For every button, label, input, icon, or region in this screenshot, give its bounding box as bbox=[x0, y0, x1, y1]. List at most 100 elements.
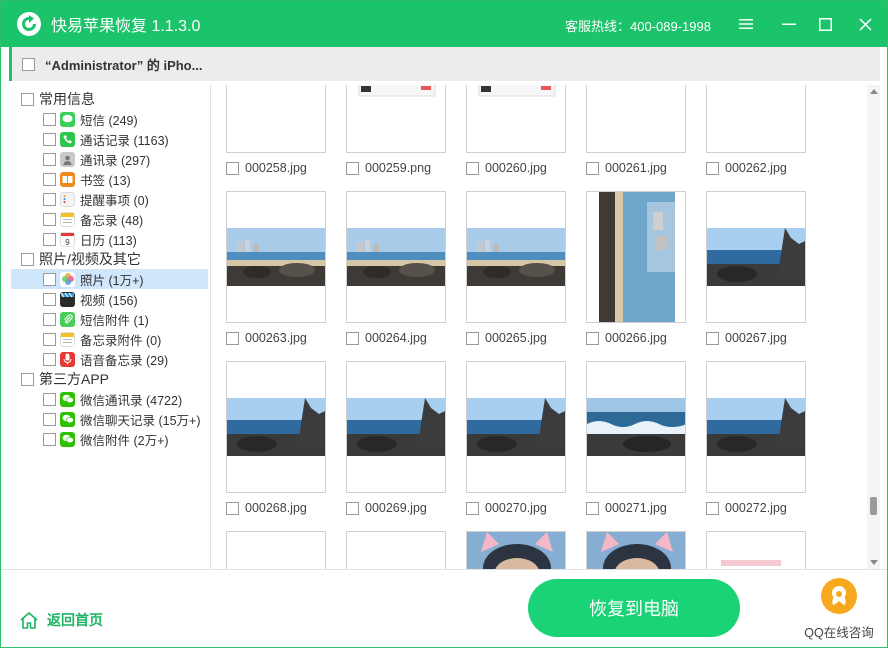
recover-to-pc-button[interactable]: 恢复到电脑 bbox=[528, 579, 740, 637]
sidebar-item-wechat-contacts[interactable]: 微信通讯录 (4722) bbox=[1, 389, 210, 409]
photo-checkbox[interactable] bbox=[586, 331, 599, 345]
photo-tile[interactable] bbox=[332, 531, 452, 569]
photo-thumbnail[interactable] bbox=[226, 191, 326, 323]
photo-checkbox[interactable] bbox=[706, 331, 719, 345]
photo-checkbox[interactable] bbox=[226, 501, 239, 515]
category-checkbox[interactable] bbox=[21, 372, 34, 386]
item-checkbox[interactable] bbox=[43, 272, 56, 286]
photo-tile[interactable]: 000266.jpg bbox=[572, 191, 692, 345]
sidebar-item-call-log[interactable]: 通话记录 (1163) bbox=[1, 129, 210, 149]
photo-thumbnail[interactable] bbox=[346, 361, 446, 493]
item-checkbox[interactable] bbox=[43, 332, 56, 346]
photo-tile[interactable] bbox=[572, 531, 692, 569]
maximize-icon[interactable] bbox=[814, 13, 836, 35]
photo-tile[interactable]: 000269.jpg bbox=[332, 361, 452, 515]
photo-thumbnail[interactable] bbox=[706, 531, 806, 569]
photo-thumbnail[interactable] bbox=[706, 191, 806, 323]
minimize-icon[interactable] bbox=[778, 13, 800, 35]
photo-tile[interactable]: 000261.jpg bbox=[572, 85, 692, 175]
photo-checkbox[interactable] bbox=[466, 331, 479, 345]
item-checkbox[interactable] bbox=[43, 352, 56, 366]
photo-tile[interactable]: 000264.jpg bbox=[332, 191, 452, 345]
item-checkbox[interactable] bbox=[43, 412, 56, 426]
photo-thumbnail[interactable] bbox=[226, 531, 326, 569]
photo-tile[interactable] bbox=[452, 531, 572, 569]
item-checkbox[interactable] bbox=[43, 312, 56, 326]
sidebar-item-bookmarks[interactable]: 书签 (13) bbox=[1, 169, 210, 189]
scroll-up-icon[interactable] bbox=[870, 89, 878, 94]
photo-tile[interactable] bbox=[212, 531, 332, 569]
sidebar-item-sms-attachments[interactable]: 短信附件 (1) bbox=[1, 309, 210, 329]
photo-checkbox[interactable] bbox=[706, 501, 719, 515]
item-checkbox[interactable] bbox=[43, 152, 56, 166]
grid-scrollbar[interactable] bbox=[867, 85, 880, 569]
sidebar-item-wechat-attachments[interactable]: 微信附件 (2万+) bbox=[1, 429, 210, 449]
photo-tile[interactable]: 000271.jpg bbox=[572, 361, 692, 515]
photo-thumbnail[interactable] bbox=[346, 85, 446, 153]
item-checkbox[interactable] bbox=[43, 212, 56, 226]
photo-checkbox[interactable] bbox=[586, 161, 599, 175]
qq-consult-button[interactable]: QQ在线咨询 bbox=[797, 578, 881, 641]
photo-checkbox[interactable] bbox=[346, 501, 359, 515]
photo-checkbox[interactable] bbox=[346, 161, 359, 175]
sidebar-item-contacts[interactable]: 通讯录 (297) bbox=[1, 149, 210, 169]
photo-thumbnail[interactable] bbox=[466, 191, 566, 323]
photo-tile[interactable]: 000259.png bbox=[332, 85, 452, 175]
photo-tile[interactable]: 000265.jpg bbox=[452, 191, 572, 345]
photo-thumbnail[interactable] bbox=[346, 531, 446, 569]
photo-checkbox[interactable] bbox=[466, 161, 479, 175]
sidebar-item-voice-memos[interactable]: 语音备忘录 (29) bbox=[1, 349, 210, 369]
item-checkbox[interactable] bbox=[43, 232, 56, 246]
item-checkbox[interactable] bbox=[43, 432, 56, 446]
device-checkbox[interactable] bbox=[22, 57, 35, 71]
photo-thumbnail[interactable] bbox=[346, 191, 446, 323]
sidebar-item-messages[interactable]: 短信 (249) bbox=[1, 109, 210, 129]
photo-thumbnail[interactable] bbox=[706, 85, 806, 153]
item-checkbox[interactable] bbox=[43, 192, 56, 206]
photo-tile[interactable]: 000263.jpg bbox=[212, 191, 332, 345]
photo-tile[interactable]: 000258.jpg bbox=[212, 85, 332, 175]
photo-tile[interactable]: 000267.jpg bbox=[692, 191, 812, 345]
category-checkbox[interactable] bbox=[21, 252, 34, 266]
photo-checkbox[interactable] bbox=[466, 501, 479, 515]
category-third-party[interactable]: 第三方APP bbox=[1, 369, 210, 389]
item-checkbox[interactable] bbox=[43, 132, 56, 146]
photo-thumbnail[interactable] bbox=[586, 191, 686, 323]
photo-tile[interactable] bbox=[692, 531, 812, 569]
photo-checkbox[interactable] bbox=[706, 161, 719, 175]
photo-thumbnail[interactable] bbox=[466, 531, 566, 569]
item-checkbox[interactable] bbox=[43, 112, 56, 126]
menu-icon[interactable] bbox=[735, 13, 757, 35]
category-common-info[interactable]: 常用信息 bbox=[1, 89, 210, 109]
photo-thumbnail[interactable] bbox=[586, 85, 686, 153]
photo-tile[interactable]: 000272.jpg bbox=[692, 361, 812, 515]
photo-thumbnail[interactable] bbox=[586, 531, 686, 569]
sidebar-item-photos[interactable]: 照片 (1万+) bbox=[11, 269, 208, 289]
photo-tile[interactable]: 000268.jpg bbox=[212, 361, 332, 515]
sidebar-item-reminders[interactable]: 提醒事项 (0) bbox=[1, 189, 210, 209]
photo-checkbox[interactable] bbox=[226, 331, 239, 345]
photo-thumbnail[interactable] bbox=[466, 85, 566, 153]
photo-thumbnail[interactable] bbox=[466, 361, 566, 493]
category-media[interactable]: 照片/视频及其它 bbox=[1, 249, 210, 269]
sidebar-item-wechat-chats[interactable]: 微信聊天记录 (15万+) bbox=[1, 409, 210, 429]
home-button[interactable]: 返回首页 bbox=[19, 610, 103, 630]
sidebar-item-notes-attachments[interactable]: 备忘录附件 (0) bbox=[1, 329, 210, 349]
item-checkbox[interactable] bbox=[43, 172, 56, 186]
scroll-down-icon[interactable] bbox=[870, 560, 878, 565]
photo-checkbox[interactable] bbox=[226, 161, 239, 175]
close-icon[interactable] bbox=[854, 13, 876, 35]
photo-thumbnail[interactable] bbox=[226, 85, 326, 153]
sidebar-item-notes[interactable]: 备忘录 (48) bbox=[1, 209, 210, 229]
photo-thumbnail[interactable] bbox=[706, 361, 806, 493]
photo-tile[interactable]: 000260.jpg bbox=[452, 85, 572, 175]
photo-checkbox[interactable] bbox=[586, 501, 599, 515]
photo-thumbnail[interactable] bbox=[586, 361, 686, 493]
item-checkbox[interactable] bbox=[43, 392, 56, 406]
category-checkbox[interactable] bbox=[21, 92, 34, 106]
item-checkbox[interactable] bbox=[43, 292, 56, 306]
scrollbar-thumb[interactable] bbox=[870, 497, 877, 515]
sidebar-item-videos[interactable]: 视频 (156) bbox=[1, 289, 210, 309]
photo-tile[interactable]: 000270.jpg bbox=[452, 361, 572, 515]
photo-thumbnail[interactable] bbox=[226, 361, 326, 493]
